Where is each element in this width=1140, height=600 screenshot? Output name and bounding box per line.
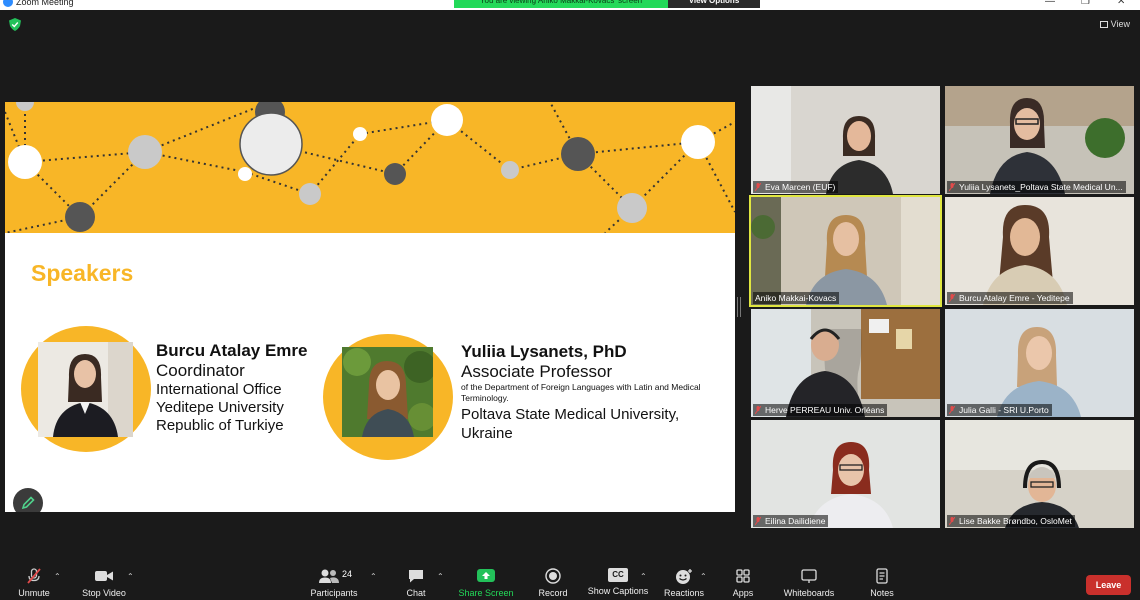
- view-options-button[interactable]: View Options: [668, 0, 760, 8]
- muted-mic-icon: [755, 517, 761, 525]
- participant-video: [751, 197, 940, 305]
- chat-bubble-icon: [409, 570, 423, 583]
- zoom-app-icon: [3, 0, 13, 7]
- participant-name-label: Julia Galli - SRI U.Porto: [947, 404, 1052, 416]
- record-icon: [545, 568, 561, 584]
- cc-icon: CC: [608, 568, 628, 582]
- reactions-chevron-up-icon[interactable]: ⌃: [700, 572, 707, 581]
- whiteboard-icon: [801, 569, 817, 583]
- apps-icon: [736, 569, 750, 583]
- restore-icon[interactable]: ❐: [1081, 0, 1090, 8]
- apps-button[interactable]: Apps: [728, 568, 758, 599]
- view-button[interactable]: View: [1099, 19, 1130, 29]
- shared-screen[interactable]: Speakers Burcu Atalay Emre Coordinator I…: [5, 102, 735, 512]
- muted-microphone-icon: [27, 568, 41, 584]
- close-icon[interactable]: ✕: [1117, 0, 1125, 8]
- reactions-smiley-icon: [676, 569, 692, 584]
- participants-icon: [319, 569, 339, 583]
- participant-name-label: Eva Marcen (EUF): [753, 181, 839, 193]
- share-screen-button[interactable]: Share Screen: [457, 568, 515, 599]
- participants-chevron-up-icon[interactable]: ⌃: [370, 572, 377, 581]
- speaker2-department: of the Department of Foreign Languages w…: [461, 382, 701, 403]
- participant-video: [751, 309, 940, 417]
- speaker2-line-2: Ukraine: [461, 425, 513, 442]
- viewing-screen-banner: You are viewing Aniko Makkai-Kovacs' scr…: [454, 0, 668, 8]
- speaker1-photo: [38, 342, 133, 437]
- speaker1-role: Coordinator: [156, 361, 245, 380]
- meeting-toolbar: Unmute ⌃ Stop Video ⌃ 24 Participants ⌃ …: [0, 560, 1140, 600]
- leave-button[interactable]: Leave: [1086, 575, 1131, 595]
- video-tile-7[interactable]: Eilina Dailidiene: [751, 420, 940, 528]
- participant-name-label: Herve PERREAU Univ. Orléans: [753, 404, 888, 416]
- window-title: Zoom Meeting: [16, 0, 74, 7]
- muted-mic-icon: [755, 406, 761, 414]
- minimize-icon[interactable]: —: [1045, 0, 1055, 8]
- video-camera-icon: [95, 571, 113, 581]
- participants-count: 24: [342, 569, 353, 579]
- audio-options-chevron-up-icon[interactable]: ⌃: [54, 572, 61, 581]
- participant-name-label: Lise Bakke Brøndbo, OsloMet: [947, 515, 1075, 527]
- record-button[interactable]: Record: [535, 568, 571, 599]
- unmute-button[interactable]: Unmute: [14, 568, 54, 599]
- speaker1-line-1: International Office: [156, 381, 282, 398]
- speaker2-line-1: Poltava State Medical University,: [461, 406, 680, 423]
- muted-mic-icon: [949, 517, 955, 525]
- participant-video: [751, 420, 940, 528]
- participants-button[interactable]: 24 Participants: [306, 568, 362, 599]
- video-tile-4[interactable]: Burcu Atalay Emre - Yeditepe: [945, 197, 1134, 305]
- network-dots-graphic: [5, 102, 735, 234]
- muted-mic-icon: [755, 183, 761, 191]
- chat-chevron-up-icon[interactable]: ⌃: [437, 572, 444, 581]
- speaker2-role: Associate Professor: [461, 362, 613, 381]
- video-tile-6[interactable]: Julia Galli - SRI U.Porto: [945, 309, 1134, 417]
- speaker1-line-2: Yeditepe University: [156, 399, 284, 416]
- whiteboards-button[interactable]: Whiteboards: [780, 568, 838, 599]
- muted-mic-icon: [949, 406, 955, 414]
- participant-video: [751, 86, 940, 194]
- resize-handle[interactable]: [737, 297, 741, 317]
- zoom-window: Zoom Meeting — ❐ ✕ You are viewing Aniko…: [0, 0, 1140, 600]
- security-shield-icon[interactable]: [9, 18, 21, 31]
- speaker2-name: Yuliia Lysanets, PhD: [461, 342, 627, 361]
- participant-video: [945, 420, 1134, 528]
- notes-button[interactable]: Notes: [864, 568, 900, 599]
- video-tile-5[interactable]: Herve PERREAU Univ. Orléans: [751, 309, 940, 417]
- participant-video: [945, 86, 1134, 194]
- participant-name-label: Yuliia Lysanets_Poltava State Medical Un…: [947, 181, 1126, 193]
- speaker2-photo: [342, 347, 433, 437]
- annotate-button[interactable]: [13, 488, 43, 512]
- participant-name-label: Eilina Dailidiene: [753, 515, 829, 527]
- view-button-label: View: [1110, 19, 1130, 29]
- video-options-chevron-up-icon[interactable]: ⌃: [127, 572, 134, 581]
- share-screen-icon: [477, 569, 495, 582]
- notes-icon: [876, 568, 888, 584]
- video-tile-1[interactable]: Eva Marcen (EUF): [751, 86, 940, 194]
- slide-heading: Speakers: [31, 260, 134, 286]
- participant-video: [945, 309, 1134, 417]
- video-tile-active-speaker[interactable]: Aniko Makkai-Kovacs: [749, 195, 942, 307]
- participant-video: [945, 197, 1134, 305]
- stop-video-button[interactable]: Stop Video: [80, 568, 128, 599]
- captions-chevron-up-icon[interactable]: ⌃: [640, 572, 647, 581]
- participant-name-label: Burcu Atalay Emre - Yeditepe: [947, 292, 1073, 304]
- gallery-grid-icon: [1099, 21, 1108, 28]
- muted-mic-icon: [949, 183, 955, 191]
- pencil-icon: [21, 496, 35, 510]
- muted-mic-icon: [949, 294, 955, 302]
- video-tile-8[interactable]: Lise Bakke Brøndbo, OsloMet: [945, 420, 1134, 528]
- speaker1-line-3: Republic of Turkiye: [156, 417, 284, 434]
- participant-name-label: Aniko Makkai-Kovacs: [753, 292, 840, 304]
- chat-button[interactable]: Chat: [400, 568, 432, 599]
- speaker1-name: Burcu Atalay Emre: [156, 341, 308, 360]
- video-tile-2[interactable]: Yuliia Lysanets_Poltava State Medical Un…: [945, 86, 1134, 194]
- slide-banner-network-graphic: [5, 102, 735, 234]
